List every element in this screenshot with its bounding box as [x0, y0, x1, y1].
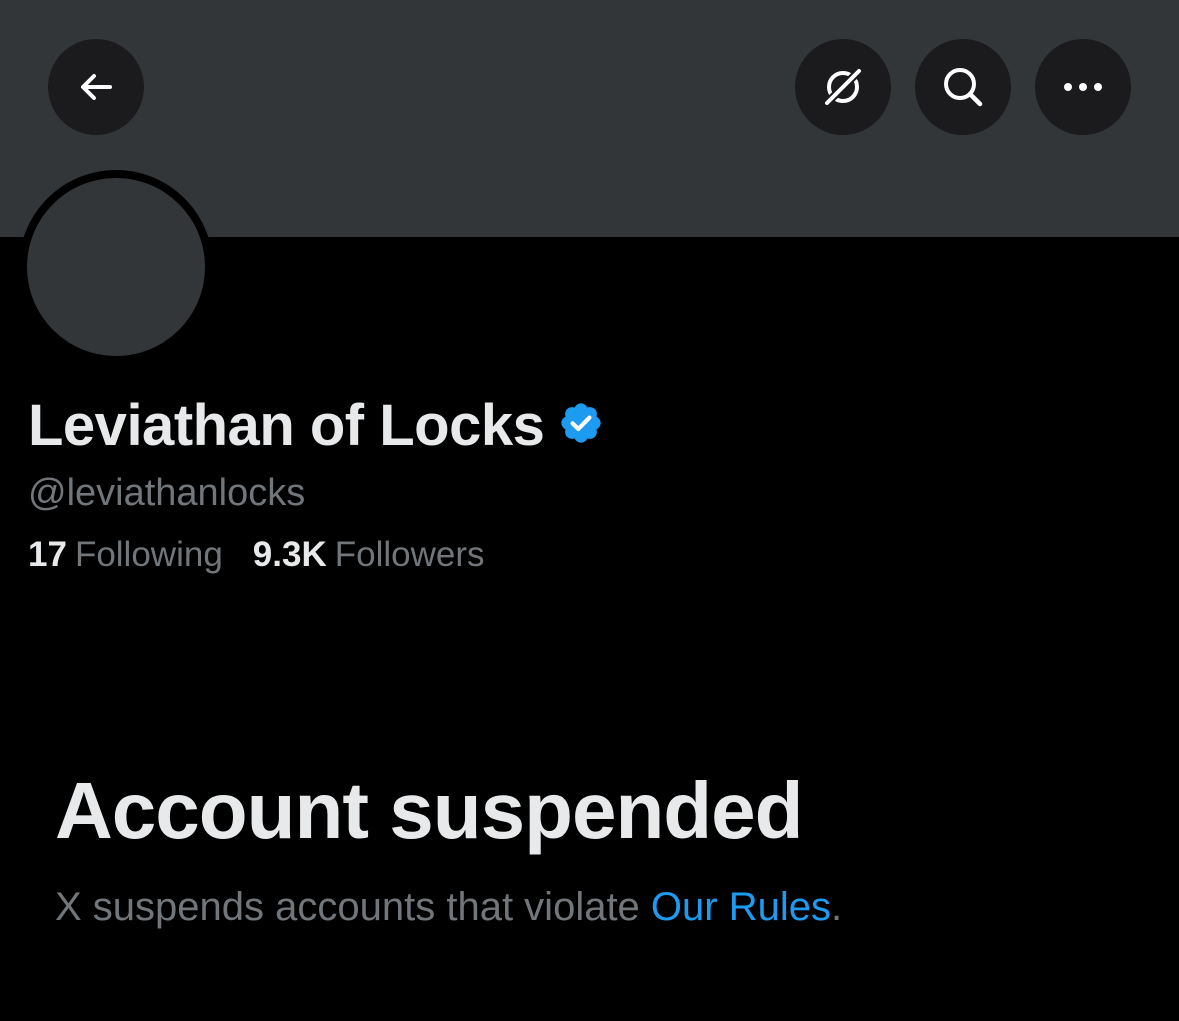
avatar[interactable] [27, 178, 205, 356]
suspended-message-prefix: X suspends accounts that violate [55, 885, 651, 929]
our-rules-link[interactable]: Our Rules [651, 885, 831, 929]
suspended-title: Account suspended [55, 766, 804, 855]
back-button[interactable] [48, 39, 144, 135]
suspended-message-suffix: . [830, 885, 843, 929]
more-horizontal-icon [1061, 81, 1105, 93]
search-button[interactable] [915, 39, 1011, 135]
following-count: 17 [28, 535, 67, 574]
verified-badge-icon[interactable] [558, 400, 604, 451]
followers-label: Followers [334, 535, 485, 574]
display-name: Leviathan of Locks [28, 392, 545, 458]
search-icon [939, 63, 987, 111]
display-name-row: Leviathan of Locks [28, 390, 604, 460]
followers-link[interactable]: 9.3K Followers [253, 535, 485, 575]
following-label: Following [74, 535, 223, 574]
following-link[interactable]: 17 Following [28, 535, 223, 575]
arrow-left-icon [76, 67, 116, 107]
followers-count: 9.3K [252, 535, 327, 574]
more-button[interactable] [1035, 39, 1131, 135]
handle: @leviathanlocks [28, 472, 306, 514]
grok-button[interactable] [795, 39, 891, 135]
grok-icon [819, 63, 867, 111]
follow-stats: 17 Following 9.3K Followers [28, 535, 485, 575]
suspended-message: X suspends accounts that violate Our Rul… [55, 885, 842, 930]
